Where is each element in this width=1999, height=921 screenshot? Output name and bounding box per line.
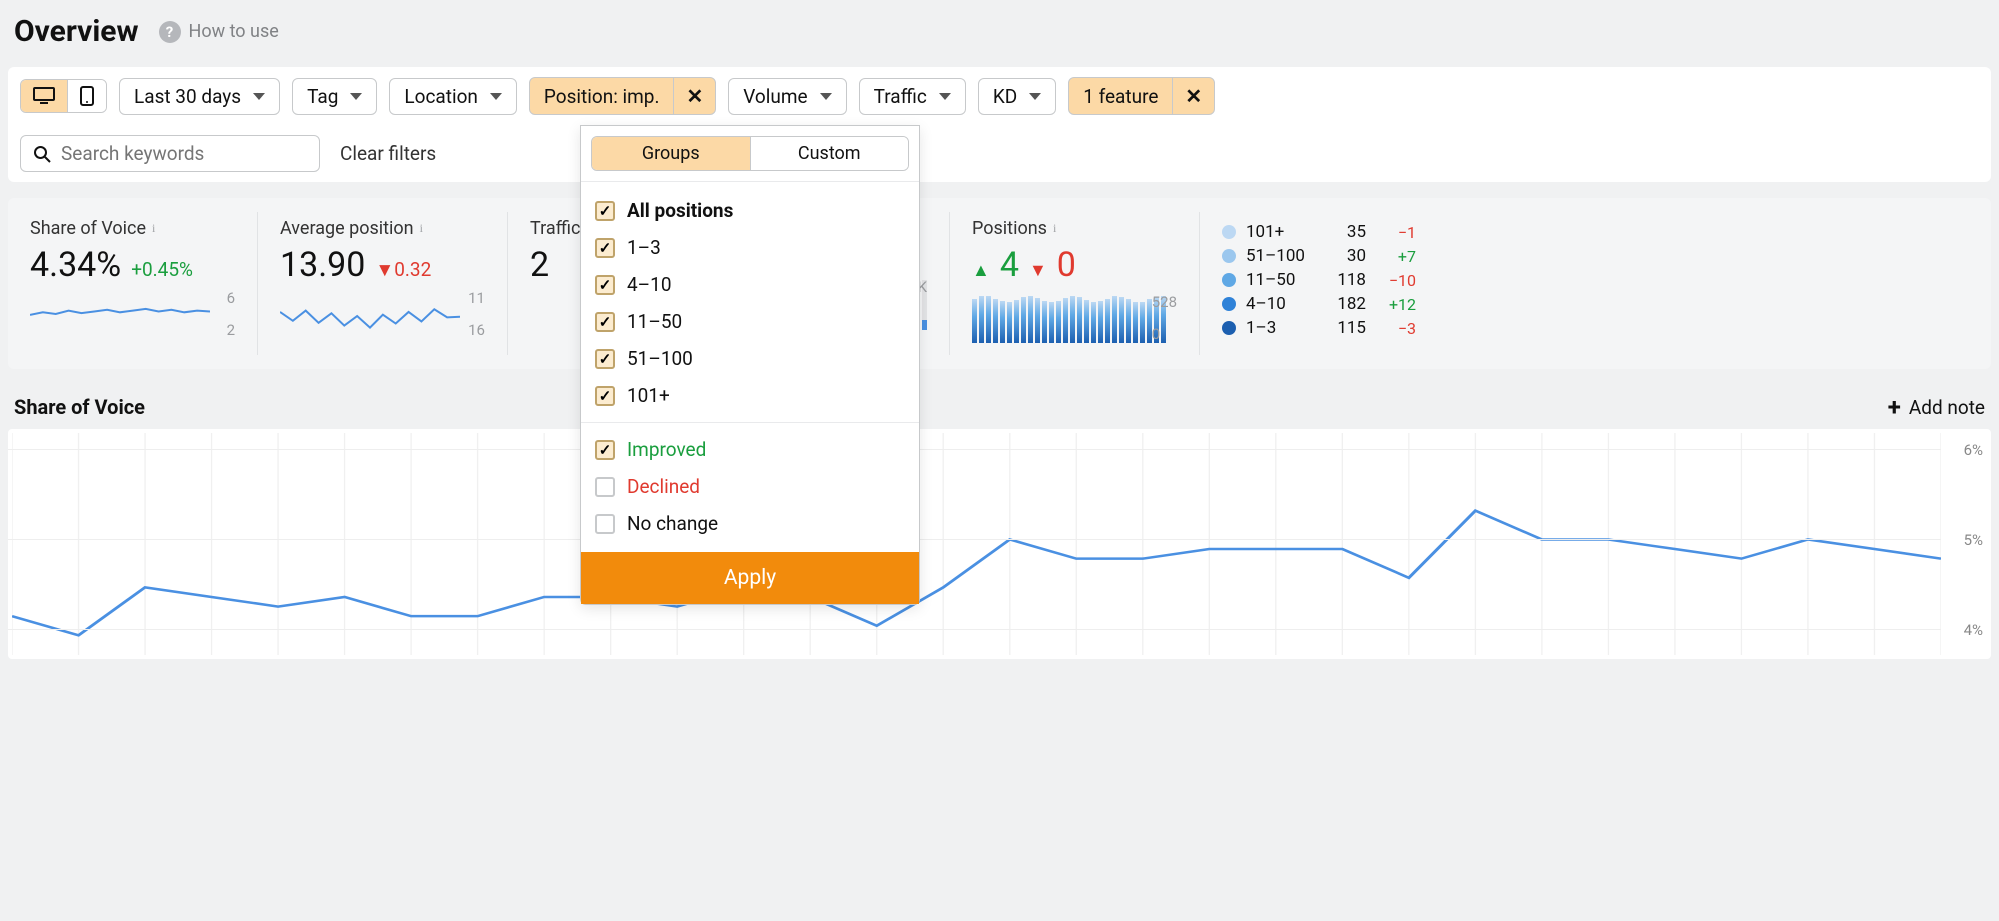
checkbox-icon: ✓ [595, 201, 615, 221]
feature-filter-pill: 1 feature ✕ [1068, 77, 1215, 115]
opt-51-100[interactable]: ✓51–100 [595, 340, 905, 377]
caret-down-icon [820, 93, 832, 100]
date-range-filter[interactable]: Last 30 days [119, 78, 280, 115]
checkbox-icon: ✓ [595, 238, 615, 258]
page-title: Overview [14, 14, 139, 49]
location-filter[interactable]: Location [389, 78, 517, 115]
ap-delta: ▼0.32 [375, 258, 431, 282]
search-icon [33, 145, 51, 163]
tab-custom[interactable]: Custom [750, 137, 909, 170]
checkbox-icon: ✓ [595, 349, 615, 369]
positions-legend: 101+35−1 51–10030+7 11–50118−10 4–10182+… [1200, 212, 1438, 355]
info-icon: i [420, 221, 423, 236]
section-title-sov: Share of Voice [14, 395, 145, 419]
caret-down-icon [253, 93, 265, 100]
arrow-up-icon: ▲ [972, 260, 990, 281]
positions-bars [972, 293, 1177, 343]
device-toggle [20, 79, 107, 113]
caret-down-icon [490, 93, 502, 100]
opt-1-3[interactable]: ✓1–3 [595, 229, 905, 266]
metric-cards: Share of Voicei 4.34%+0.45% 62 Average p… [8, 198, 1991, 369]
mobile-icon [80, 86, 94, 106]
position-filter-pill: Position: imp. ✕ [529, 77, 716, 115]
filter-toolbar: Last 30 days Tag Location Position: imp.… [8, 67, 1991, 182]
dropdown-tabs: Groups Custom [591, 136, 909, 171]
sov-line [12, 433, 1941, 655]
info-icon: i [152, 221, 155, 236]
card-positions[interactable]: Positionsi ▲4 ▼0 5280 [950, 212, 1200, 355]
opt-11-50[interactable]: ✓11–50 [595, 303, 905, 340]
legend-dot [1222, 249, 1236, 263]
caret-down-icon [350, 93, 362, 100]
add-note-button[interactable]: + Add note [1888, 393, 1985, 421]
ap-sparkline [280, 289, 460, 339]
legend-row-51-100[interactable]: 51–10030+7 [1222, 246, 1416, 266]
feature-filter-clear[interactable]: ✕ [1172, 78, 1214, 114]
legend-row-11-50[interactable]: 11–50118−10 [1222, 270, 1416, 290]
arrow-down-icon: ▼ [1029, 260, 1047, 281]
search-keywords-input-wrap [20, 135, 320, 172]
opt-improved[interactable]: ✓Improved [595, 431, 905, 468]
device-mobile-button[interactable] [67, 80, 106, 112]
volume-filter[interactable]: Volume [728, 78, 846, 115]
desktop-icon [33, 87, 55, 105]
tag-filter[interactable]: Tag [292, 78, 377, 115]
legend-row-101[interactable]: 101+35−1 [1222, 222, 1416, 242]
card-share-of-voice[interactable]: Share of Voicei 4.34%+0.45% 62 [8, 212, 258, 355]
legend-row-4-10[interactable]: 4–10182+12 [1222, 294, 1416, 314]
close-icon: ✕ [1185, 84, 1202, 108]
opt-all-positions[interactable]: ✓All positions [595, 192, 905, 229]
legend-dot [1222, 225, 1236, 239]
opt-declined[interactable]: ✓Declined [595, 468, 905, 505]
position-filter-button[interactable]: Position: imp. [530, 78, 674, 114]
position-filter-clear[interactable]: ✕ [673, 78, 715, 114]
tab-groups[interactable]: Groups [592, 137, 750, 170]
clear-filters-button[interactable]: Clear filters [340, 142, 436, 165]
legend-dot [1222, 321, 1236, 335]
checkbox-icon: ✓ [595, 514, 615, 534]
how-to-use-link[interactable]: ? How to use [159, 21, 279, 43]
device-desktop-button[interactable] [21, 80, 67, 112]
traffic-filter[interactable]: Traffic [859, 78, 966, 115]
caret-down-icon [939, 93, 951, 100]
opt-nochange[interactable]: ✓No change [595, 505, 905, 542]
help-icon: ? [159, 21, 181, 43]
checkbox-icon: ✓ [595, 312, 615, 332]
legend-dot [1222, 273, 1236, 287]
info-icon: i [1053, 221, 1056, 236]
close-icon: ✕ [686, 84, 703, 108]
checkbox-icon: ✓ [595, 477, 615, 497]
card-average-position[interactable]: Average positioni 13.90▼0.32 1116 [258, 212, 508, 355]
legend-row-1-3[interactable]: 1–3115−3 [1222, 318, 1416, 338]
search-keywords-input[interactable] [61, 142, 307, 165]
sov-chart: 6% 5% 4% [8, 429, 1991, 659]
apply-button[interactable]: Apply [581, 552, 919, 604]
feature-filter-button[interactable]: 1 feature [1069, 78, 1172, 114]
caret-down-icon [1029, 93, 1041, 100]
kd-filter[interactable]: KD [978, 78, 1056, 115]
checkbox-icon: ✓ [595, 440, 615, 460]
checkbox-icon: ✓ [595, 386, 615, 406]
position-filter-dropdown: Groups Custom ✓All positions ✓1–3 ✓4–10 … [580, 125, 920, 605]
sov-delta: +0.45% [131, 258, 193, 281]
sov-sparkline [30, 289, 210, 339]
legend-dot [1222, 297, 1236, 311]
opt-101[interactable]: ✓101+ [595, 377, 905, 414]
checkbox-icon: ✓ [595, 275, 615, 295]
opt-4-10[interactable]: ✓4–10 [595, 266, 905, 303]
plus-icon: + [1888, 393, 1901, 421]
